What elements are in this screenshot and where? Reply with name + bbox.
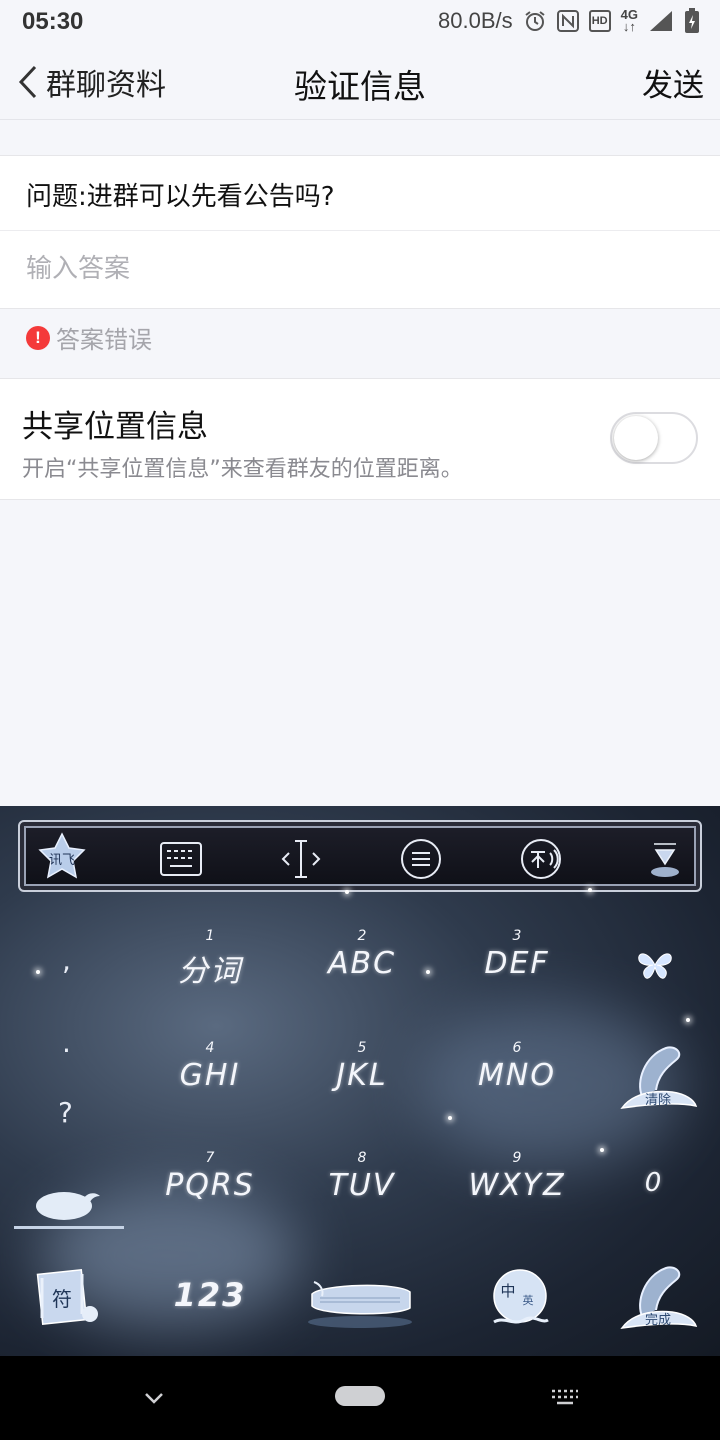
svg-text:中: 中 bbox=[500, 1282, 515, 1300]
pebble-key[interactable] bbox=[14, 1176, 124, 1232]
punct-period-key[interactable]: . bbox=[62, 1026, 71, 1059]
error-text: 答案错误 bbox=[56, 326, 152, 354]
battery-charging-icon bbox=[684, 8, 700, 34]
enter-key[interactable]: 完成 bbox=[612, 1258, 702, 1338]
hide-keyboard-icon[interactable] bbox=[640, 832, 690, 882]
alarm-icon bbox=[523, 9, 547, 33]
share-location-title: 共享位置信息 bbox=[22, 409, 208, 445]
scroll-icon: 符 bbox=[36, 1269, 98, 1325]
status-time: 05:30 bbox=[22, 8, 84, 35]
question-text: 问题:进群可以先看公告吗? bbox=[26, 182, 335, 212]
butterfly-icon bbox=[638, 953, 672, 979]
status-icons: 80.0B/s HD 4G ↓↑ bbox=[438, 8, 700, 34]
punct-question-key[interactable]: ? bbox=[58, 1096, 73, 1129]
moon-lang-icon: 中英 bbox=[493, 1269, 549, 1324]
svg-text:完成: 完成 bbox=[645, 1313, 671, 1328]
toggle-knob bbox=[614, 416, 658, 460]
language-key[interactable]: 中英 bbox=[484, 1264, 556, 1334]
key-2[interactable]: 2 ABC bbox=[300, 928, 424, 981]
share-location-description: 开启“共享位置信息”来查看群友的位置距离。 bbox=[22, 457, 463, 482]
svg-text:清除: 清除 bbox=[645, 1093, 671, 1108]
4g-icon: 4G ↓↑ bbox=[620, 7, 638, 34]
symbol-key[interactable]: 符 bbox=[34, 1264, 106, 1328]
key-1[interactable]: 1 分词 bbox=[150, 928, 270, 990]
title-bar: 群聊资料 验证信息 发送 bbox=[0, 44, 720, 120]
svg-text:英: 英 bbox=[523, 1293, 534, 1307]
question-row: 问题:进群可以先看公告吗? bbox=[0, 155, 720, 231]
key-3[interactable]: 3 DEF bbox=[455, 928, 579, 981]
answer-row[interactable] bbox=[0, 231, 720, 309]
status-bar: 05:30 80.0B/s HD 4G ↓↑ bbox=[0, 0, 720, 44]
key-6[interactable]: 6 MNO bbox=[455, 1040, 579, 1093]
key-0[interactable]: 0 bbox=[632, 1168, 676, 1198]
nfc-icon bbox=[556, 10, 579, 32]
keyboard-toolbar: 讯飞 bbox=[18, 820, 702, 892]
guzheng-icon bbox=[308, 1281, 412, 1328]
share-location-toggle[interactable] bbox=[610, 412, 698, 464]
key-4[interactable]: 4 GHI bbox=[150, 1040, 270, 1093]
hd-icon: HD bbox=[588, 10, 611, 32]
nav-home-button[interactable] bbox=[335, 1386, 385, 1406]
butterfly-key[interactable] bbox=[630, 948, 680, 988]
space-key[interactable] bbox=[300, 1268, 420, 1328]
key-8[interactable]: 8 TUV bbox=[300, 1150, 424, 1203]
menu-icon[interactable] bbox=[400, 838, 442, 880]
lotus-leaf-icon: 清除 bbox=[620, 1046, 698, 1109]
key-5[interactable]: 5 JKL bbox=[300, 1040, 424, 1093]
nav-keyboard-icon[interactable] bbox=[550, 1388, 580, 1406]
translate-icon[interactable] bbox=[520, 838, 562, 880]
answer-input[interactable] bbox=[26, 249, 686, 289]
num-mode-key[interactable]: 123 bbox=[160, 1276, 260, 1314]
error-message: ! 答案错误 bbox=[26, 320, 152, 355]
key-9[interactable]: 9 WXYZ bbox=[455, 1150, 579, 1203]
delete-key[interactable]: 清除 bbox=[612, 1038, 702, 1118]
ime-keyboard: 讯飞 , . ? 1 分词 2 ABC 3 DEF 4 GHI 5 JKL 6 … bbox=[0, 806, 720, 1356]
share-location-row: 共享位置信息 开启“共享位置信息”来查看群友的位置距离。 bbox=[0, 378, 720, 500]
signal-icon bbox=[648, 9, 674, 33]
keyboard-icon[interactable] bbox=[160, 838, 202, 880]
lotus-leaf-icon: 完成 bbox=[620, 1266, 698, 1329]
page-title: 验证信息 bbox=[294, 67, 426, 106]
svg-text:符: 符 bbox=[52, 1287, 72, 1311]
error-icon: ! bbox=[26, 325, 50, 350]
cursor-icon[interactable] bbox=[280, 838, 322, 880]
ifly-logo-icon[interactable]: 讯飞 bbox=[34, 830, 90, 886]
navigation-bar bbox=[0, 1356, 720, 1440]
punct-comma-key[interactable]: , bbox=[62, 944, 71, 977]
key-7[interactable]: 7 PQRS bbox=[150, 1150, 270, 1203]
nav-back-icon[interactable] bbox=[140, 1384, 168, 1412]
pebble-icon bbox=[14, 1192, 124, 1229]
svg-text:讯飞: 讯飞 bbox=[49, 853, 75, 868]
send-button[interactable]: 发送 bbox=[642, 60, 704, 105]
net-speed: 80.0B/s bbox=[438, 8, 513, 33]
